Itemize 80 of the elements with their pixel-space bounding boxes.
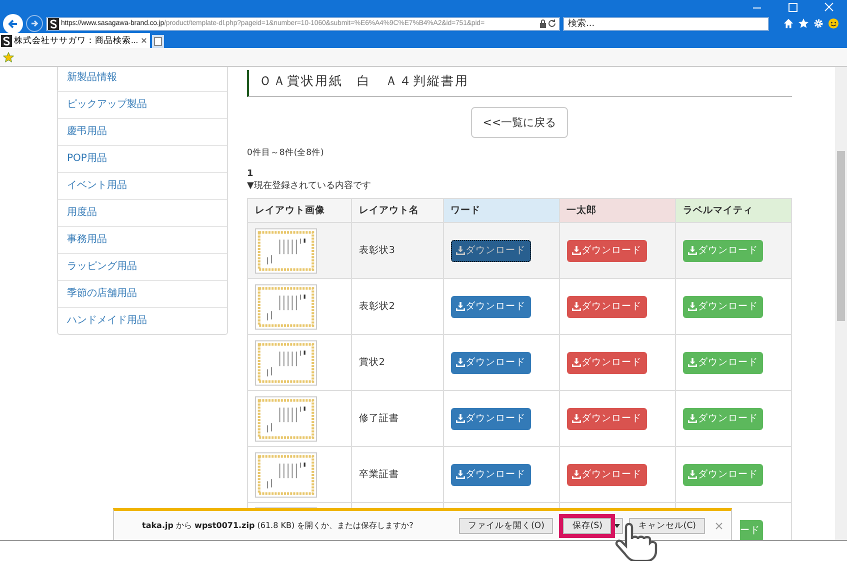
- category-link[interactable]: ピックアップ製品: [58, 92, 227, 119]
- download-button[interactable]: ダウンロード: [566, 464, 647, 486]
- download-button[interactable]: ダウンロード: [682, 408, 763, 430]
- category-link[interactable]: ラッピング用品: [58, 254, 227, 281]
- result-count: 0件目～8件(全8件): [247, 147, 325, 159]
- page-number[interactable]: 1: [247, 169, 792, 179]
- download-icon: [688, 246, 697, 255]
- download-button[interactable]: ダウンロード: [682, 352, 763, 374]
- download-button[interactable]: ダウンロード: [450, 296, 531, 318]
- category-link[interactable]: 用度品: [58, 200, 227, 227]
- back-to-list-button[interactable]: <<一覧に戻る: [470, 107, 568, 138]
- download-button[interactable]: ダウンロード: [682, 240, 763, 262]
- forward-button[interactable]: [26, 15, 43, 32]
- download-button[interactable]: ダウンロード: [566, 352, 647, 374]
- download-button[interactable]: ダウンロード: [450, 408, 531, 430]
- download-icon: [456, 246, 465, 255]
- lock-refresh-icon[interactable]: [539, 19, 557, 28]
- column-header: 一太郎: [559, 198, 676, 222]
- download-icon: [572, 470, 581, 479]
- download-action-button[interactable]: キャンセル(C): [629, 518, 705, 534]
- category-link[interactable]: POP用品: [58, 146, 227, 173]
- scrollbar[interactable]: [835, 67, 847, 540]
- certificate-thumbnail: [255, 284, 317, 330]
- back-arrow-icon: [7, 18, 19, 30]
- download-button[interactable]: ダウンロード: [682, 296, 763, 318]
- column-header: ワード: [443, 198, 560, 222]
- category-link[interactable]: ハンドメイド用品: [58, 308, 227, 334]
- table-cell: 修了証書: [351, 390, 444, 446]
- download-button[interactable]: ダウンロード: [566, 296, 647, 318]
- certificate-thumbnail: [255, 396, 317, 442]
- download-button[interactable]: ダウンロード: [450, 352, 531, 374]
- download-message: taka.jp から wpst0071.zip (61.8 KB) を開くか、または保存しますか?: [142, 520, 414, 531]
- column-header: レイアウト画像: [248, 198, 352, 222]
- table-cell: 卒業証書: [351, 446, 444, 502]
- category-link[interactable]: 季節の店舗用品: [58, 281, 227, 308]
- download-icon: [456, 414, 465, 423]
- star-icon[interactable]: [798, 18, 809, 29]
- download-button[interactable]: ダウンロード: [566, 240, 647, 262]
- download-icon: [572, 302, 581, 311]
- download-icon: [572, 414, 581, 423]
- close-icon[interactable]: [141, 37, 147, 44]
- certificate-thumbnail: [255, 452, 317, 498]
- browser-tab[interactable]: 株式会社ササガワ：商品検索...: [0, 33, 150, 48]
- category-link[interactable]: イベント用品: [58, 173, 227, 200]
- favorites-star-icon[interactable]: [3, 52, 14, 62]
- table-cell: 表彰状2: [351, 278, 444, 334]
- forward-arrow-icon: [30, 19, 39, 28]
- download-icon: [456, 358, 465, 367]
- download-icon: [688, 358, 697, 367]
- back-button[interactable]: [3, 14, 23, 34]
- smiley-icon[interactable]: [828, 18, 839, 29]
- category-link[interactable]: 新製品情報: [58, 67, 227, 92]
- table-cell: 賞状2: [351, 334, 444, 390]
- category-link[interactable]: 慶弔用品: [58, 119, 227, 146]
- download-icon: [572, 246, 581, 255]
- certificate-thumbnail: [255, 340, 317, 386]
- download-button[interactable]: ード: [740, 520, 763, 540]
- download-button[interactable]: ダウンロード: [450, 464, 531, 486]
- search-field[interactable]: 検索...: [563, 16, 769, 30]
- download-button[interactable]: ダウンロード: [682, 464, 763, 486]
- download-action-button[interactable]: ファイルを開く(O): [459, 518, 554, 534]
- home-icon[interactable]: [783, 18, 794, 29]
- download-button[interactable]: ダウンロード: [450, 240, 531, 262]
- new-tab-button[interactable]: [152, 35, 164, 48]
- settings-icon[interactable]: [813, 18, 824, 29]
- download-icon: [688, 470, 697, 479]
- site-icon: [48, 18, 59, 30]
- page-title: ＯＡ賞状用紙 白 Ａ４判縦書用: [247, 70, 792, 97]
- download-icon: [456, 302, 465, 311]
- list-note: ▼現在登録されている内容です: [247, 180, 372, 192]
- download-icon: [688, 302, 697, 311]
- category-link[interactable]: 事務用品: [58, 227, 227, 254]
- download-icon: [456, 470, 465, 479]
- column-header: レイアウト名: [351, 198, 444, 222]
- column-header: ラベルマイティ: [675, 198, 792, 222]
- certificate-thumbnail: [255, 228, 317, 274]
- download-icon: [688, 414, 697, 423]
- table-cell: 表彰状3: [351, 222, 444, 278]
- download-icon: [572, 358, 581, 367]
- download-button[interactable]: ダウンロード: [566, 408, 647, 430]
